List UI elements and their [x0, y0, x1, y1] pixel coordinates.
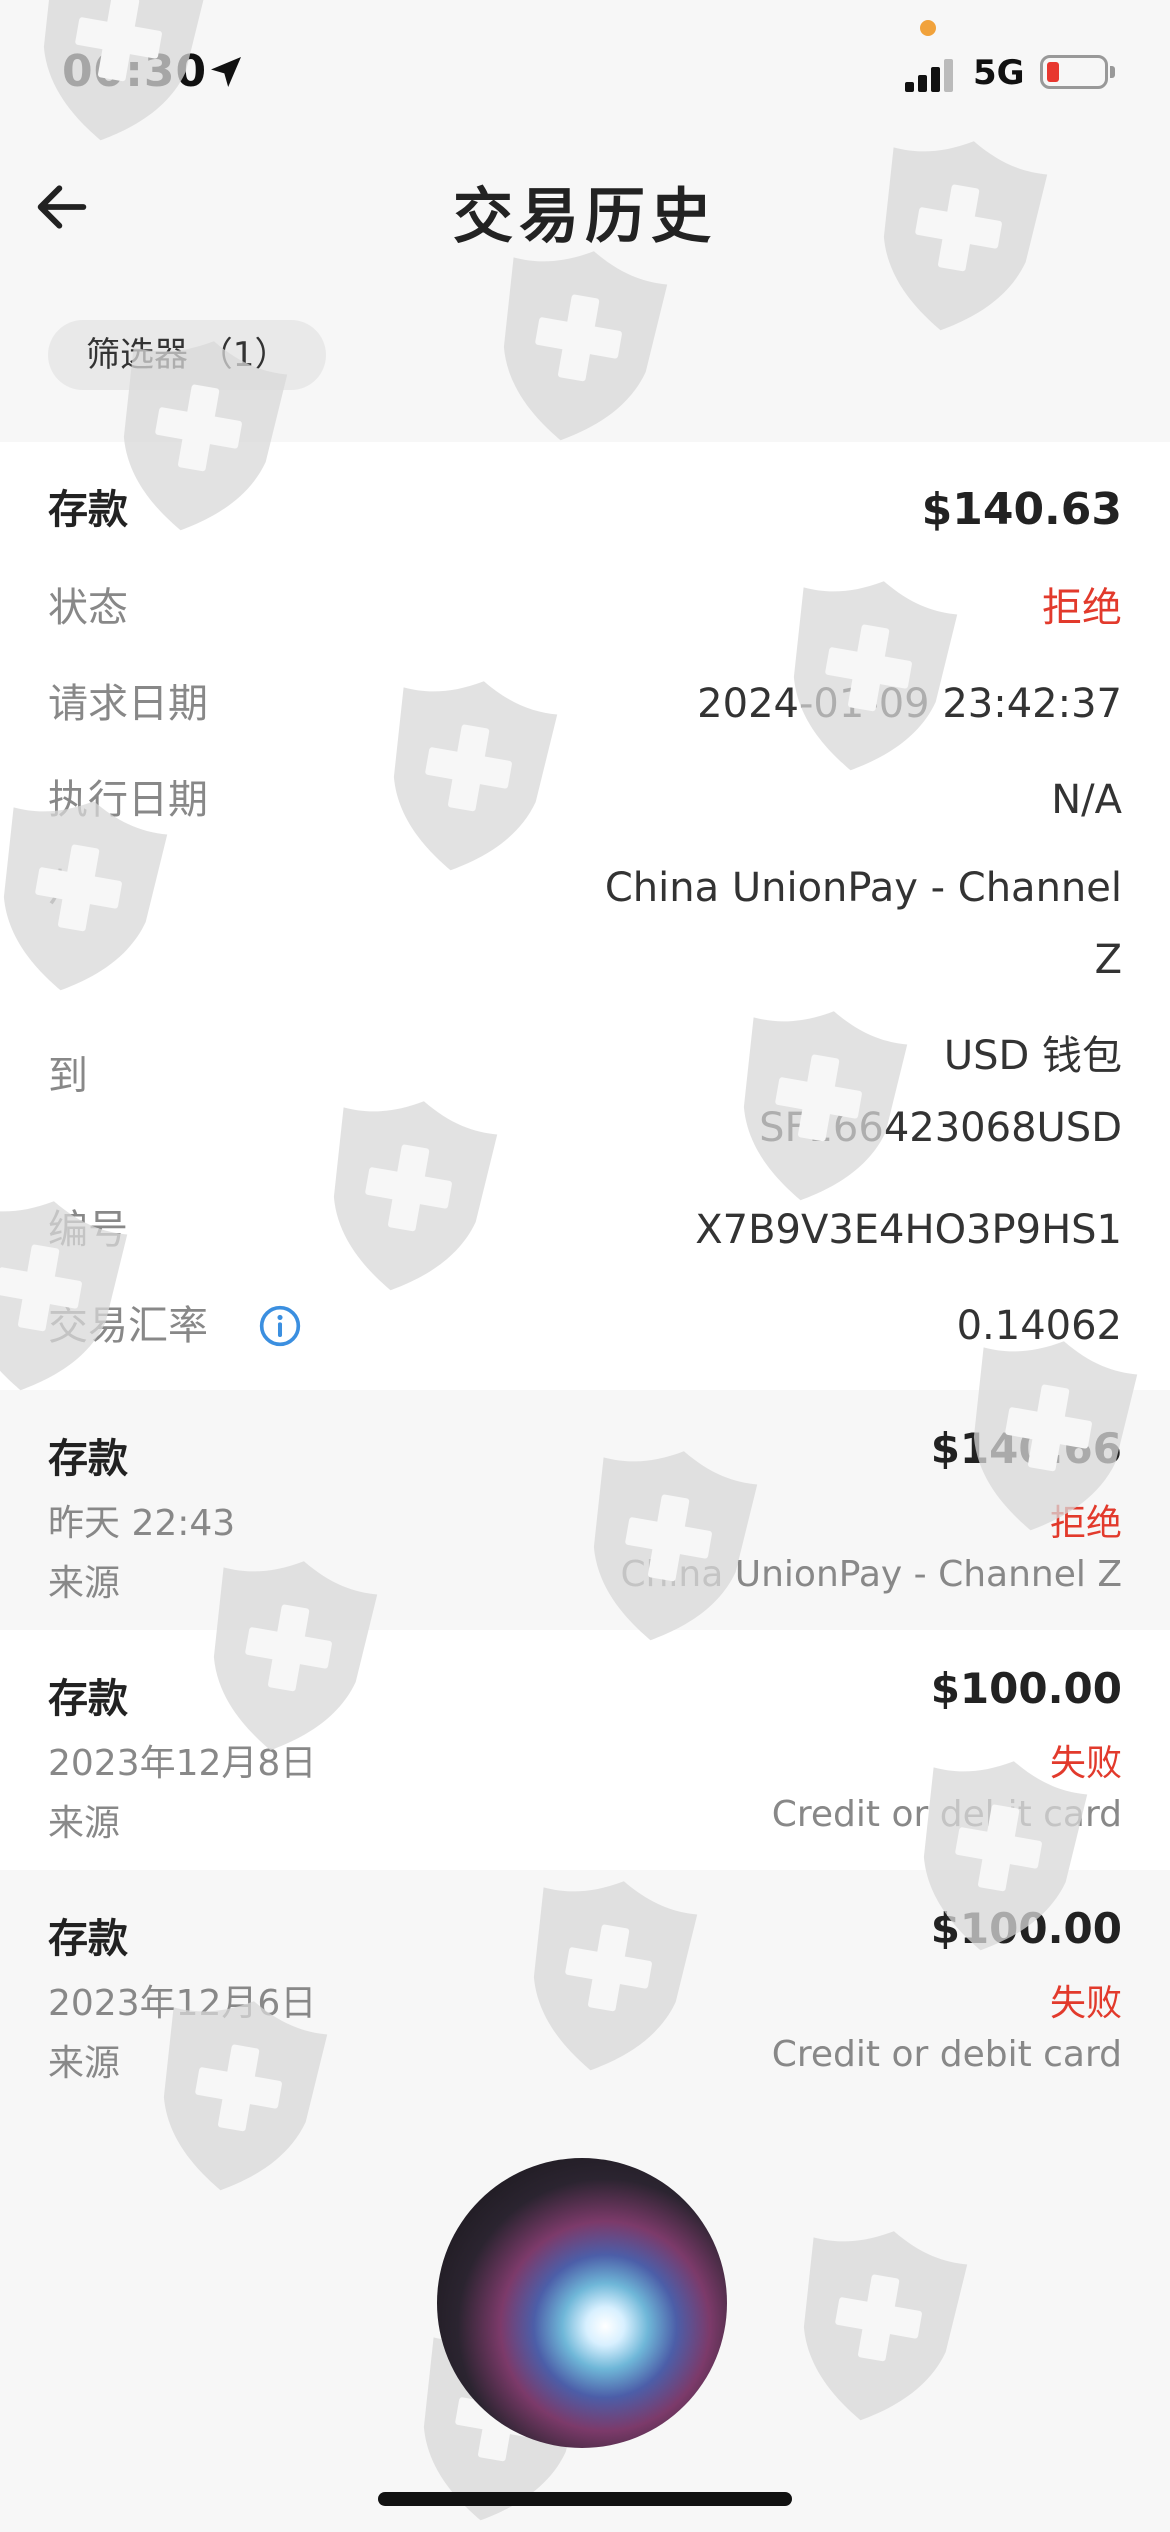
detail-type: 存款 — [48, 487, 128, 533]
source-label: 来源 — [48, 1803, 121, 1844]
filter-button[interactable]: 筛选器 （1） — [48, 320, 327, 390]
transaction-type: 存款 — [48, 1916, 128, 1962]
detail-label: 编号 — [48, 1207, 128, 1253]
transaction-amount: $100.00 — [930, 1904, 1122, 1953]
detail-row-to: 到 USD 钱包 SF166423068USD — [48, 1020, 1122, 1164]
source-label: 来源 — [48, 1563, 121, 1604]
source-value: China UnionPay - Channel Z — [620, 1554, 1122, 1595]
list-item[interactable]: 存款 $140.66 昨天 22:43 拒绝 来源 China UnionPay… — [0, 1390, 1170, 1630]
page-title: 交易历史 — [453, 182, 717, 252]
source-label: 来源 — [48, 2043, 121, 2084]
transaction-date: 昨天 22:43 — [48, 1503, 236, 1544]
detail-row-request-date: 请求日期 2024-01-09 23:42:37 — [48, 668, 1122, 740]
transaction-date: 2023年12月6日 — [48, 1983, 317, 2024]
detail-label: 交易汇率 — [48, 1303, 208, 1349]
home-indicator[interactable] — [378, 2492, 792, 2506]
info-icon[interactable] — [258, 1304, 302, 1348]
shield-watermark-icon — [483, 237, 671, 454]
detail-value: 0.14062 — [956, 1303, 1122, 1349]
transaction-amount: $140.66 — [930, 1424, 1122, 1473]
detail-label: 到 — [48, 1053, 88, 1099]
battery-cap — [1110, 66, 1115, 78]
list-item[interactable]: 存款 $100.00 2023年12月8日 失败 来源 Credit or de… — [0, 1630, 1170, 1870]
signal-icon — [905, 56, 957, 92]
detail-value-line2: SF166423068USD — [759, 1105, 1122, 1151]
detail-row-from: 从 China UnionPay - Channel Z — [48, 852, 1122, 996]
detail-label: 执行日期 — [48, 777, 208, 823]
detail-value-line2: Z — [1094, 937, 1122, 983]
status-time: 00:30 — [62, 46, 208, 97]
source-value: Credit or debit card — [771, 2034, 1122, 2075]
transaction-type: 存款 — [48, 1436, 128, 1482]
list-item[interactable]: 存款 $100.00 2023年12月6日 失败 来源 Credit or de… — [0, 1870, 1170, 2110]
detail-value-line1: USD 钱包 — [943, 1033, 1122, 1079]
network-type: 5G — [973, 53, 1025, 93]
detail-value: X7B9V3E4HO3P9HS1 — [695, 1207, 1122, 1253]
detail-value-line1: China UnionPay - Channel — [604, 865, 1122, 911]
privacy-indicator-dot — [920, 20, 936, 36]
detail-value: N/A — [1051, 777, 1122, 823]
detail-row-exec-date: 执行日期 N/A — [48, 764, 1122, 836]
transaction-detail-card[interactable]: 存款 $140.63 状态 拒绝 请求日期 2024-01-09 23:42:3… — [0, 442, 1170, 1390]
detail-row-status: 状态 拒绝 — [48, 572, 1122, 644]
detail-label: 请求日期 — [48, 681, 208, 727]
status-badge: 失败 — [1049, 1983, 1122, 2024]
siri-orb[interactable] — [437, 2158, 727, 2448]
transaction-type: 存款 — [48, 1676, 128, 1722]
detail-header-row: 存款 $140.63 — [48, 474, 1122, 546]
transaction-amount: $100.00 — [930, 1664, 1122, 1713]
detail-row-reference: 编号 X7B9V3E4HO3P9HS1 — [48, 1194, 1122, 1266]
detail-label: 从 — [48, 865, 88, 911]
source-value: Credit or debit card — [771, 1794, 1122, 1835]
status-bar: 00:30 5G — [0, 0, 1170, 140]
detail-row-rate: 交易汇率 0.14062 — [48, 1290, 1122, 1362]
transaction-date: 2023年12月8日 — [48, 1743, 317, 1784]
status-badge: 拒绝 — [1049, 1503, 1122, 1544]
status-badge: 拒绝 — [1042, 585, 1122, 631]
detail-label: 状态 — [48, 585, 128, 631]
status-badge: 失败 — [1049, 1743, 1122, 1784]
detail-amount: $140.63 — [921, 484, 1122, 535]
nav-bar: 交易历史 — [0, 140, 1170, 270]
shield-watermark-icon — [783, 2217, 971, 2434]
battery-icon — [1040, 55, 1108, 89]
detail-value: 2024-01-09 23:42:37 — [697, 681, 1122, 727]
location-arrow-icon — [211, 57, 241, 87]
